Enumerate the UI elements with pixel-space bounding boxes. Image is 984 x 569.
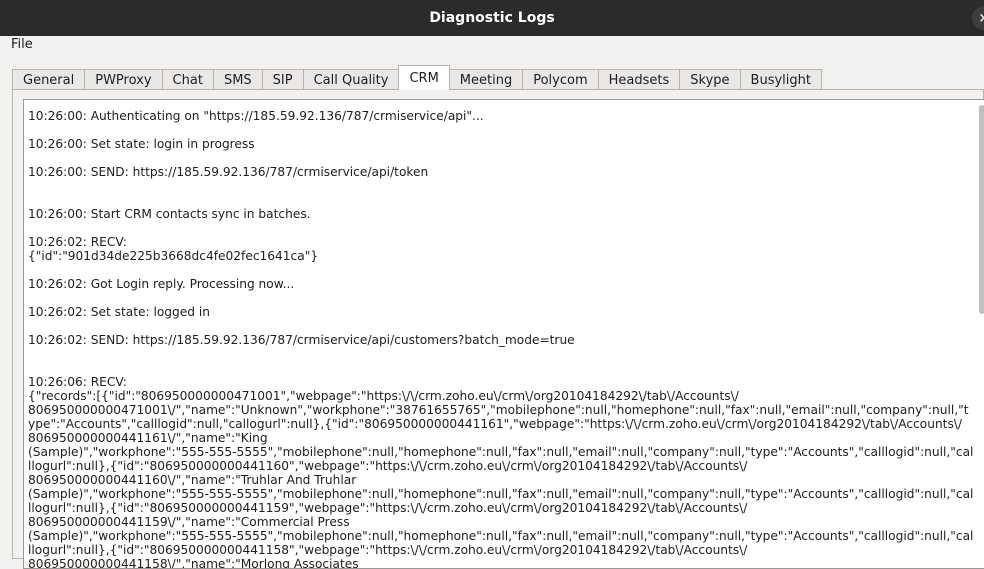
log-line: 10:26:00: SEND: https://185.59.92.136/78…: [28, 165, 429, 179]
menu-file[interactable]: File: [11, 37, 33, 52]
log-line: (Sample)","workphone":"555-555-5555","mo…: [28, 445, 974, 459]
close-icon: ×: [979, 11, 984, 26]
tab-label: Skype: [690, 72, 730, 88]
tab-headsets[interactable]: Headsets: [597, 69, 681, 90]
log-line: 10:26:02: SEND: https://185.59.92.136/78…: [28, 333, 575, 347]
log-line: llogurl":null},{"id":"806950000000441160…: [28, 459, 748, 473]
tab-label: Meeting: [459, 72, 513, 88]
menu-bar: File: [0, 36, 984, 55]
tab-label: SMS: [223, 72, 252, 88]
log-line: {"records":[{"id":"806950000000471001","…: [28, 389, 739, 403]
log-line: llogurl":null},{"id":"806950000000441159…: [28, 501, 748, 515]
tab-label: PWProxy: [95, 72, 152, 88]
tab-bar: General PWProxy Chat SMS SIP Call Qualit…: [12, 65, 822, 90]
log-line: 10:26:06: RECV:: [28, 375, 127, 389]
log-line: 10:26:00: Set state: login in progress: [28, 137, 255, 151]
log-line: 806950000000441161\/","name":"King: [28, 431, 268, 445]
tab-meeting[interactable]: Meeting: [448, 69, 524, 90]
tab-label: Busylight: [750, 72, 811, 88]
tab-sms[interactable]: SMS: [212, 69, 263, 90]
tab-general[interactable]: General: [12, 69, 86, 90]
log-line: 10:26:02: Set state: logged in: [28, 305, 210, 319]
log-text-area[interactable]: 10:26:00: Authenticating on "https://185…: [23, 99, 984, 569]
tab-call-quality[interactable]: Call Quality: [302, 69, 400, 90]
tab-sip[interactable]: SIP: [261, 69, 304, 90]
window-title: Diagnostic Logs: [429, 10, 555, 26]
log-line: 10:26:02: RECV:: [28, 235, 127, 249]
vertical-scrollbar[interactable]: [979, 105, 984, 314]
log-line: {"id":"901d34de225b3668dc4fe02fec1641ca"…: [28, 249, 319, 263]
tab-label: CRM: [409, 70, 439, 86]
log-line: 806950000000441159\/","name":"Commercial…: [28, 515, 350, 529]
tab-polycom[interactable]: Polycom: [522, 69, 599, 90]
tab-panel: 10:26:00: Authenticating on "https://185…: [12, 89, 984, 569]
log-line: llogurl":null},{"id":"806950000000441158…: [28, 543, 748, 557]
log-line: (Sample)","workphone":"555-555-5555","mo…: [28, 487, 974, 501]
tab-label: General: [23, 72, 75, 88]
tab-skype[interactable]: Skype: [679, 69, 741, 90]
log-line: 10:26:02: Got Login reply. Processing no…: [28, 277, 295, 291]
log-line: 10:26:00: Start CRM contacts sync in bat…: [28, 207, 311, 221]
tab-label: Call Quality: [313, 72, 389, 88]
log-line: 806950000000441160\/","name":"Truhlar An…: [28, 473, 357, 487]
tab-label: Polycom: [533, 72, 588, 88]
tab-label: Headsets: [608, 72, 670, 88]
log-line: ype":"Accounts","calllogid":null,"callog…: [28, 417, 963, 431]
title-bar: Diagnostic Logs ×: [0, 0, 984, 36]
tab-busylight[interactable]: Busylight: [739, 69, 822, 90]
tab-pwproxy[interactable]: PWProxy: [84, 69, 163, 90]
tab-label: Chat: [172, 72, 203, 88]
tab-crm[interactable]: CRM: [398, 65, 450, 90]
close-button[interactable]: ×: [972, 6, 984, 30]
log-line: (Sample)","workphone":"555-555-5555","mo…: [28, 529, 974, 543]
log-line: 806950000000471001\/","name":"Unknown","…: [28, 403, 969, 417]
log-line: 10:26:00: Authenticating on "https://185…: [28, 109, 484, 123]
tab-chat[interactable]: Chat: [161, 69, 214, 90]
tab-label: SIP: [272, 72, 293, 88]
